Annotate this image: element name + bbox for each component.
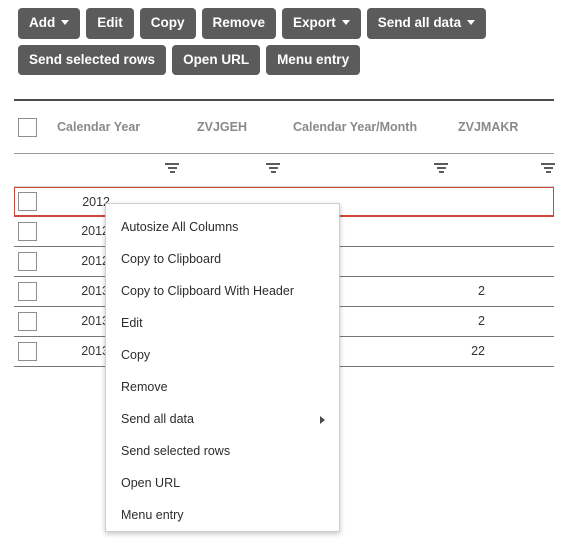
menu-item-open-url[interactable]: Open URL xyxy=(106,467,339,499)
button-label: Remove xyxy=(212,15,266,30)
select-all-checkbox[interactable] xyxy=(18,118,37,137)
filter-icon[interactable] xyxy=(541,163,555,176)
menu-item-send-selected-rows[interactable]: Send selected rows xyxy=(106,435,339,467)
row-checkbox[interactable] xyxy=(18,342,37,361)
grid-filter-row xyxy=(14,154,555,187)
copy-button[interactable]: Copy xyxy=(139,8,196,39)
column-header[interactable]: Calendar Year xyxy=(57,101,140,153)
row-checkbox[interactable] xyxy=(18,222,37,241)
menu-item-label: Copy to Clipboard With Header xyxy=(121,284,294,298)
menu-item-label: Open URL xyxy=(121,476,181,490)
button-label: Edit xyxy=(97,15,123,30)
menu-item-edit[interactable]: Edit xyxy=(106,307,339,339)
button-label: Send selected rows xyxy=(29,51,156,67)
send-selected-rows-button[interactable]: Send selected rows xyxy=(18,44,167,75)
chevron-down-icon xyxy=(61,20,70,26)
toolbar-row: Add Edit Copy Remove Export Send all data xyxy=(18,8,558,39)
context-menu[interactable]: Autosize All Columns Copy to Clipboard Cop… xyxy=(105,203,340,532)
menu-item-label: Remove xyxy=(121,380,168,394)
menu-item-label: Edit xyxy=(121,316,143,330)
row-checkbox[interactable] xyxy=(18,282,37,301)
button-label: Send all data xyxy=(377,15,462,30)
table-cell[interactable]: 2013 xyxy=(57,277,109,306)
menu-item-label: Copy to Clipboard xyxy=(121,252,222,266)
menu-item-label: Send selected rows xyxy=(121,444,231,458)
table-cell[interactable]: 2 xyxy=(433,277,485,306)
column-header[interactable]: Calendar Year/Month xyxy=(293,101,417,153)
open-url-button[interactable]: Open URL xyxy=(172,44,261,75)
filter-icon[interactable] xyxy=(434,163,448,176)
menu-item-autosize-all-columns[interactable]: Autosize All Columns xyxy=(106,211,339,243)
menu-item-menu-entry[interactable]: Menu entry xyxy=(106,499,339,531)
table-cell[interactable]: 2012 xyxy=(58,188,110,217)
button-label: Add xyxy=(29,15,56,30)
export-button[interactable]: Export xyxy=(282,8,361,39)
button-label: Export xyxy=(293,15,336,30)
table-cell[interactable]: 22 xyxy=(433,337,485,366)
edit-button[interactable]: Edit xyxy=(86,8,134,39)
chevron-down-icon xyxy=(467,20,476,26)
menu-item-remove[interactable]: Remove xyxy=(106,371,339,403)
row-checkbox[interactable] xyxy=(18,252,37,271)
menu-item-copy-to-clipboard-with-header[interactable]: Copy to Clipboard With Header xyxy=(106,275,339,307)
column-header[interactable]: ZVJGEH xyxy=(197,101,247,153)
menu-item-label: Menu entry xyxy=(121,508,184,522)
table-cell[interactable] xyxy=(433,217,485,246)
toolbar: Add Edit Copy Remove Export Send all data Send… xyxy=(18,8,558,81)
menu-item-label: Copy xyxy=(121,348,151,362)
toolbar-row: Send selected rows Open URL Menu entry xyxy=(18,44,558,75)
column-header[interactable]: ZVJMAKR xyxy=(458,101,518,153)
menu-entry-button[interactable]: Menu entry xyxy=(266,44,361,75)
table-cell[interactable]: 2013 xyxy=(57,337,109,366)
chevron-down-icon xyxy=(341,20,350,26)
button-label: Copy xyxy=(150,15,185,30)
menu-item-label: Autosize All Columns xyxy=(121,220,239,234)
menu-item-copy-to-clipboard[interactable]: Copy to Clipboard xyxy=(106,243,339,275)
remove-button[interactable]: Remove xyxy=(201,8,277,39)
table-cell[interactable]: 2012 xyxy=(57,217,109,246)
button-label: Open URL xyxy=(183,51,250,67)
menu-item-send-all-data[interactable]: Send all data xyxy=(106,403,339,435)
row-checkbox[interactable] xyxy=(18,312,37,331)
table-cell[interactable] xyxy=(434,188,486,217)
table-cell[interactable]: 2013 xyxy=(57,307,109,336)
button-label: Menu entry xyxy=(277,51,350,67)
menu-item-copy[interactable]: Copy xyxy=(106,339,339,371)
send-all-data-button[interactable]: Send all data xyxy=(366,8,487,39)
table-cell[interactable] xyxy=(433,247,485,276)
grid-header-row: Calendar Year ZVJGEH Calendar Year/Month ZV… xyxy=(14,101,554,154)
table-cell[interactable]: 2 xyxy=(433,307,485,336)
filter-icon[interactable] xyxy=(266,163,280,176)
table-cell[interactable]: 2012 xyxy=(57,247,109,276)
chevron-right-icon xyxy=(320,416,325,424)
add-button[interactable]: Add xyxy=(18,8,81,39)
menu-item-label: Send all data xyxy=(121,412,194,426)
row-checkbox[interactable] xyxy=(18,192,37,211)
filter-icon[interactable] xyxy=(165,163,179,176)
